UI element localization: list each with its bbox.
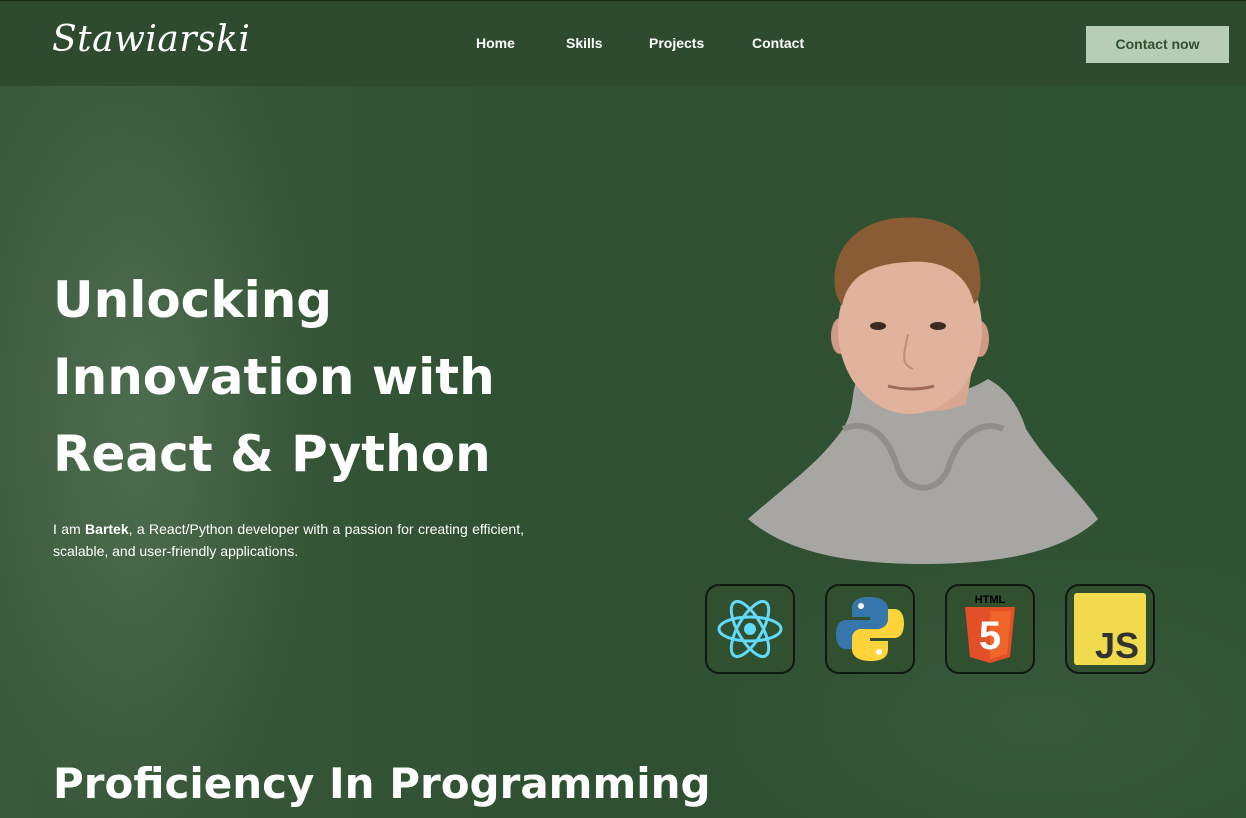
nav-home-link[interactable]: Home: [476, 35, 515, 51]
hero-desc-prefix: I am: [53, 521, 86, 537]
html5-icon: HTML 5: [945, 584, 1035, 674]
site-header: Stawiarski Home Skills Projects Contact …: [0, 0, 1246, 86]
javascript-icon: JS: [1065, 584, 1155, 674]
nav-projects-link[interactable]: Projects: [649, 35, 704, 51]
contact-now-button[interactable]: Contact now: [1086, 26, 1229, 63]
hero-title-line: Innovation with: [53, 348, 495, 406]
hero-title: Unlocking Innovation with React & Python: [53, 262, 613, 493]
nav-skills-link[interactable]: Skills: [566, 35, 603, 51]
nav-contact-link[interactable]: Contact: [752, 35, 804, 51]
js-label: JS: [1095, 625, 1139, 666]
hero-title-line: React & Python: [53, 425, 491, 483]
html-label: HTML: [975, 594, 1006, 606]
profile-photo: [748, 217, 1098, 564]
main-nav: Home Skills Projects Contact: [0, 35, 1246, 55]
html5-glyph: 5: [979, 614, 1001, 658]
python-icon: [825, 584, 915, 674]
proficiency-section-title: Proficiency In Programming: [53, 759, 711, 808]
react-icon: [705, 584, 795, 674]
hero-description: I am Bartek, a React/Python developer wi…: [53, 518, 524, 562]
hero-desc-name: Bartek: [85, 521, 129, 537]
hero-title-line: Unlocking: [53, 271, 333, 329]
